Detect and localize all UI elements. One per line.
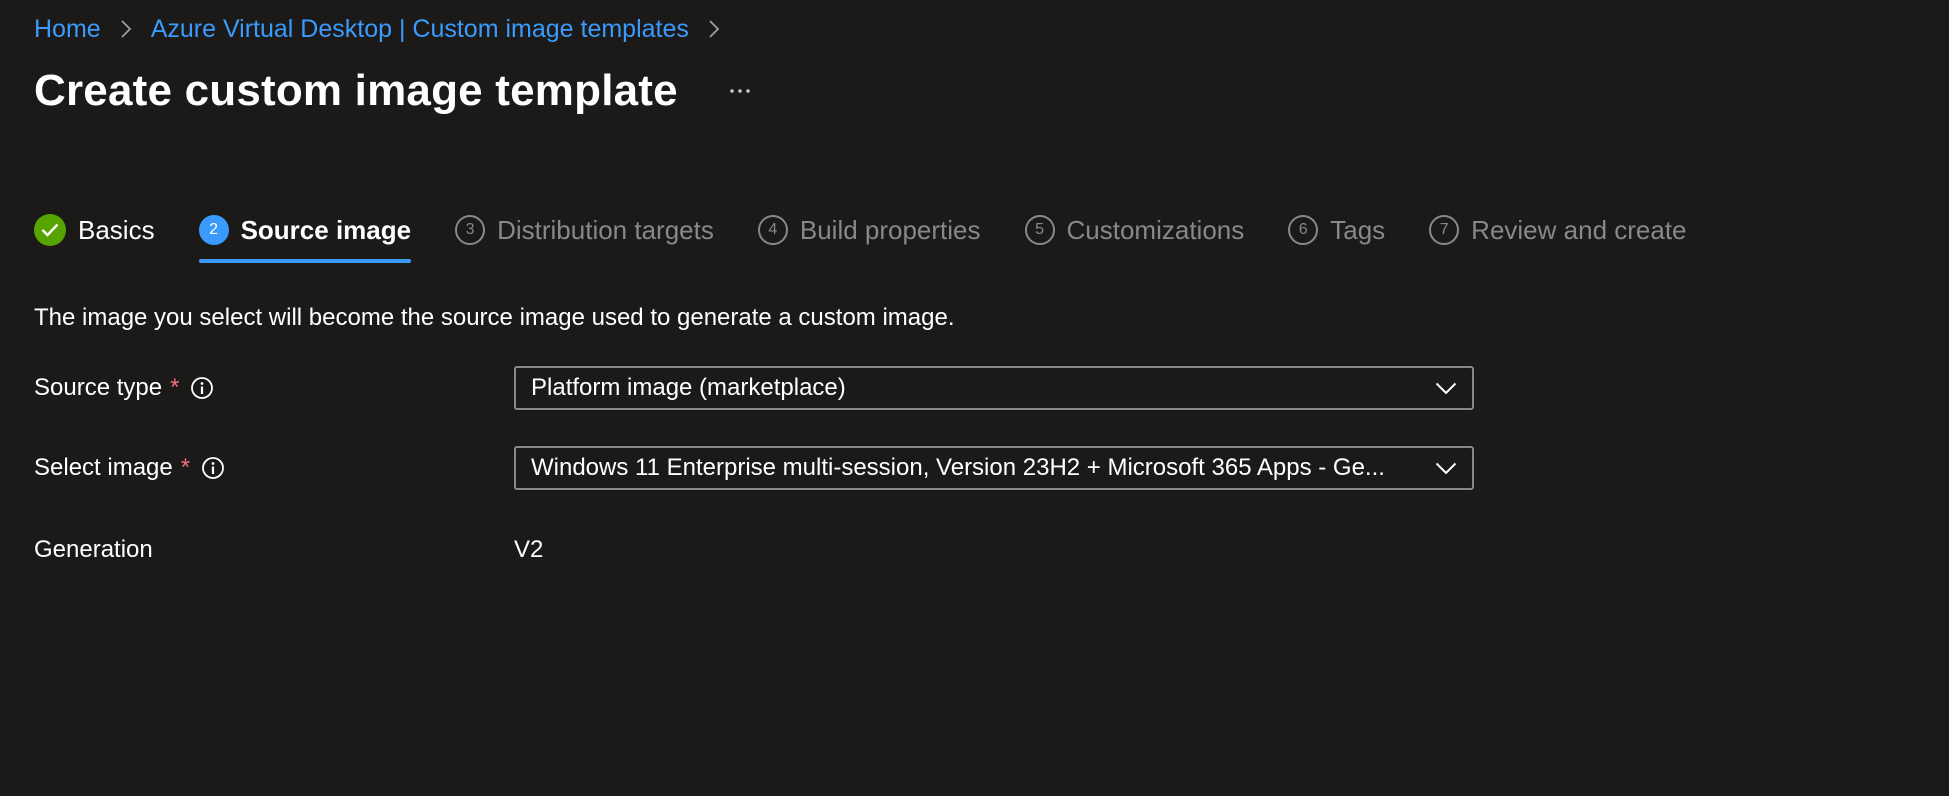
tab-customizations[interactable]: 5 Customizations <box>1024 205 1245 255</box>
section-description: The image you select will become the sou… <box>34 304 955 331</box>
tab-label: Distribution targets <box>497 214 714 245</box>
tab-label: Tags <box>1330 214 1386 245</box>
select-image-row: Select image * Windows 11 Enterprise mul… <box>34 446 1474 490</box>
chevron-right-icon <box>699 12 729 46</box>
source-type-dropdown[interactable]: Platform image (marketplace) <box>514 366 1474 410</box>
breadcrumb-home-link[interactable]: Home <box>34 15 101 44</box>
step-number: 4 <box>757 215 788 245</box>
source-type-row: Source type * Platform image (marketplac… <box>34 366 1474 410</box>
tab-label: Review and create <box>1471 214 1687 245</box>
select-image-label-group: Select image * <box>34 454 514 482</box>
chevron-down-icon <box>1434 376 1458 400</box>
breadcrumb: Home Azure Virtual Desktop | Custom imag… <box>34 12 739 46</box>
select-image-selected-value: Windows 11 Enterprise multi-session, Ver… <box>531 454 1385 481</box>
tab-label: Customizations <box>1066 214 1245 245</box>
breadcrumb-custom-image-templates-link[interactable]: Azure Virtual Desktop | Custom image tem… <box>151 15 689 44</box>
page: Home Azure Virtual Desktop | Custom imag… <box>0 0 1949 796</box>
tab-label: Source image <box>240 214 412 245</box>
page-title: Create custom image template <box>34 66 678 115</box>
tab-basics[interactable]: Basics <box>34 205 155 255</box>
tab-label: Basics <box>78 214 155 245</box>
step-number: 7 <box>1429 215 1460 245</box>
generation-row: Generation V2 <box>34 536 1474 564</box>
info-icon[interactable] <box>189 375 215 401</box>
generation-value: V2 <box>514 536 544 563</box>
more-options-button[interactable] <box>722 73 758 109</box>
source-type-label: Source type <box>34 374 163 401</box>
tab-source-image[interactable]: 2 Source image <box>198 205 412 263</box>
step-number: 2 <box>198 215 229 245</box>
generation-label: Generation <box>34 536 153 563</box>
tab-tags[interactable]: 6 Tags <box>1288 205 1385 255</box>
tab-label: Build properties <box>799 214 981 245</box>
title-row: Create custom image template <box>34 66 758 116</box>
required-asterisk: * <box>170 374 180 401</box>
chevron-right-icon <box>111 12 141 46</box>
source-type-selected-value: Platform image (marketplace) <box>531 374 846 401</box>
step-number: 6 <box>1288 215 1319 245</box>
wizard-tabs: Basics 2 Source image 3 Distribution tar… <box>34 205 1731 265</box>
info-icon[interactable] <box>200 455 226 481</box>
tab-build-properties[interactable]: 4 Build properties <box>757 205 981 255</box>
ellipsis-icon <box>730 89 750 93</box>
step-number: 5 <box>1024 215 1055 245</box>
tab-distribution-targets[interactable]: 3 Distribution targets <box>455 205 714 255</box>
chevron-down-icon <box>1434 456 1458 480</box>
select-image-label: Select image <box>34 454 173 481</box>
checkmark-icon <box>34 214 66 246</box>
select-image-dropdown[interactable]: Windows 11 Enterprise multi-session, Ver… <box>514 446 1474 490</box>
source-type-label-group: Source type * <box>34 374 514 402</box>
tab-review-and-create[interactable]: 7 Review and create <box>1429 205 1687 255</box>
required-asterisk: * <box>180 454 191 481</box>
step-number: 3 <box>455 215 486 245</box>
